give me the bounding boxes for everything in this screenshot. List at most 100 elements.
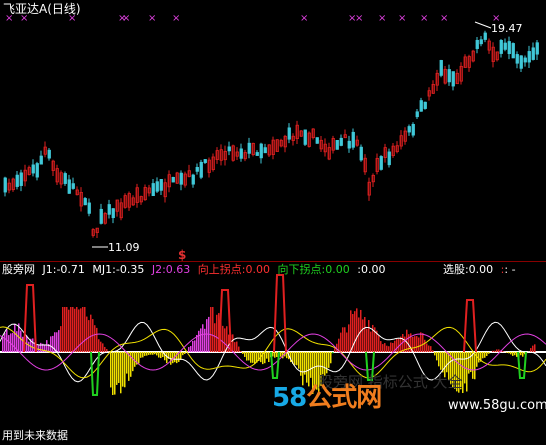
indicator-bar xyxy=(216,314,218,352)
indicator-bar xyxy=(268,352,270,362)
indicator-bar xyxy=(342,327,344,352)
indicator-bar xyxy=(100,341,102,352)
indicator-bar xyxy=(20,330,22,352)
indicator-bar xyxy=(522,352,524,357)
candle-body xyxy=(451,71,455,87)
signal-marker-icon: × xyxy=(172,13,180,24)
footer-note: 用到未来数据 xyxy=(2,429,68,442)
indicator-bar xyxy=(434,352,436,356)
indicator-bar xyxy=(104,346,106,352)
indicator-bar xyxy=(236,341,238,352)
down-turn-spike xyxy=(90,351,100,396)
chart-title: 飞亚达A(日线) xyxy=(3,3,81,15)
indicator-bar xyxy=(214,323,216,352)
candle-body xyxy=(83,198,87,206)
indicator-bar xyxy=(40,342,42,352)
indicator-bar xyxy=(154,352,156,355)
watermark-site: www.58gu.com xyxy=(448,398,546,413)
candle-body xyxy=(203,159,207,163)
candle-body xyxy=(507,41,511,55)
indicator-bar xyxy=(76,307,78,352)
indicator-bar xyxy=(12,332,14,352)
indicator-bar xyxy=(88,320,90,352)
indicator-bar xyxy=(112,352,114,395)
candle-body xyxy=(503,42,507,50)
indicator-bar xyxy=(102,343,104,352)
indicator-bar xyxy=(424,339,426,352)
candle-body xyxy=(67,179,71,194)
indicator-bar xyxy=(122,352,124,387)
j1-value: -0.71 xyxy=(56,263,85,276)
candle-body xyxy=(407,126,411,133)
indicator-bar xyxy=(120,352,122,394)
indicator-bar xyxy=(274,352,276,358)
up-turn-readout: 向上拐点:0.00 xyxy=(198,263,270,276)
indicator-bar xyxy=(362,319,364,352)
candle-body xyxy=(19,172,23,186)
indicator-bar xyxy=(176,352,178,364)
indicator-bar xyxy=(32,338,34,352)
up-turn-value: 0.00 xyxy=(245,263,271,276)
signal-marker-icon: × xyxy=(378,13,386,24)
indicator-bar xyxy=(530,348,532,352)
indicator-bar xyxy=(508,352,510,354)
candle-body xyxy=(15,174,19,187)
indicator-bar xyxy=(80,308,82,352)
candle-body xyxy=(335,140,339,150)
j2-readout: J2:0.63 xyxy=(152,263,190,276)
logo-cn-text: 公式网 xyxy=(306,383,382,413)
candle-body xyxy=(423,101,427,109)
indicator-bar xyxy=(28,341,30,352)
indicator-bar xyxy=(492,350,494,352)
indicator-bar xyxy=(212,307,214,352)
indicator-bar xyxy=(370,331,372,352)
indicator-bar xyxy=(414,336,416,352)
candle-body xyxy=(387,151,391,166)
indicator-bar xyxy=(276,352,278,357)
indicator-bar xyxy=(254,352,256,364)
indicator-bar xyxy=(222,325,224,352)
candle-body xyxy=(39,155,43,165)
indicator-bar xyxy=(332,352,334,354)
indicator-bar xyxy=(58,330,60,352)
indicator-bar xyxy=(482,352,484,359)
j2-value: 0.63 xyxy=(165,263,191,276)
candle-body xyxy=(227,146,231,152)
indicator-bar xyxy=(368,320,370,352)
candle-body xyxy=(199,161,203,178)
indicator-bar xyxy=(246,352,248,361)
period-label: (日线) xyxy=(47,2,81,16)
indicator-bar xyxy=(294,352,296,365)
indicator-bar xyxy=(348,324,350,352)
indicator-bar xyxy=(8,335,10,352)
logo-number: 58 xyxy=(272,383,307,413)
mj1-label: MJ1: xyxy=(92,263,116,276)
indicator-bar xyxy=(96,327,98,352)
mj1-value: -0.35 xyxy=(115,263,145,276)
high-price-label: 19.47 xyxy=(491,22,523,35)
candle-body xyxy=(523,57,527,63)
candle-body xyxy=(511,43,515,59)
indicator-bar xyxy=(322,352,324,375)
candle-body xyxy=(515,54,519,64)
indicator-bar xyxy=(124,352,126,388)
indicator-bar xyxy=(240,351,242,352)
indicator-bar xyxy=(250,352,252,363)
indicator-bar xyxy=(248,352,250,361)
indicator-bar xyxy=(476,352,478,367)
indicator-bar xyxy=(412,336,414,352)
candle-body xyxy=(447,69,451,83)
indicator-bar xyxy=(158,352,160,358)
candle-body xyxy=(359,146,363,161)
indicator-bar xyxy=(52,335,54,352)
candle-body xyxy=(315,137,319,144)
signal-marker-icon: × xyxy=(300,13,308,24)
indicator-bar xyxy=(416,336,418,352)
indicator-bar xyxy=(118,352,120,383)
candle-body xyxy=(179,172,183,185)
candle-body xyxy=(519,55,523,69)
candle-body xyxy=(531,47,535,60)
signal-marker-icon: × xyxy=(148,13,156,24)
candle-body xyxy=(47,149,51,159)
indicator-bar xyxy=(60,326,62,352)
